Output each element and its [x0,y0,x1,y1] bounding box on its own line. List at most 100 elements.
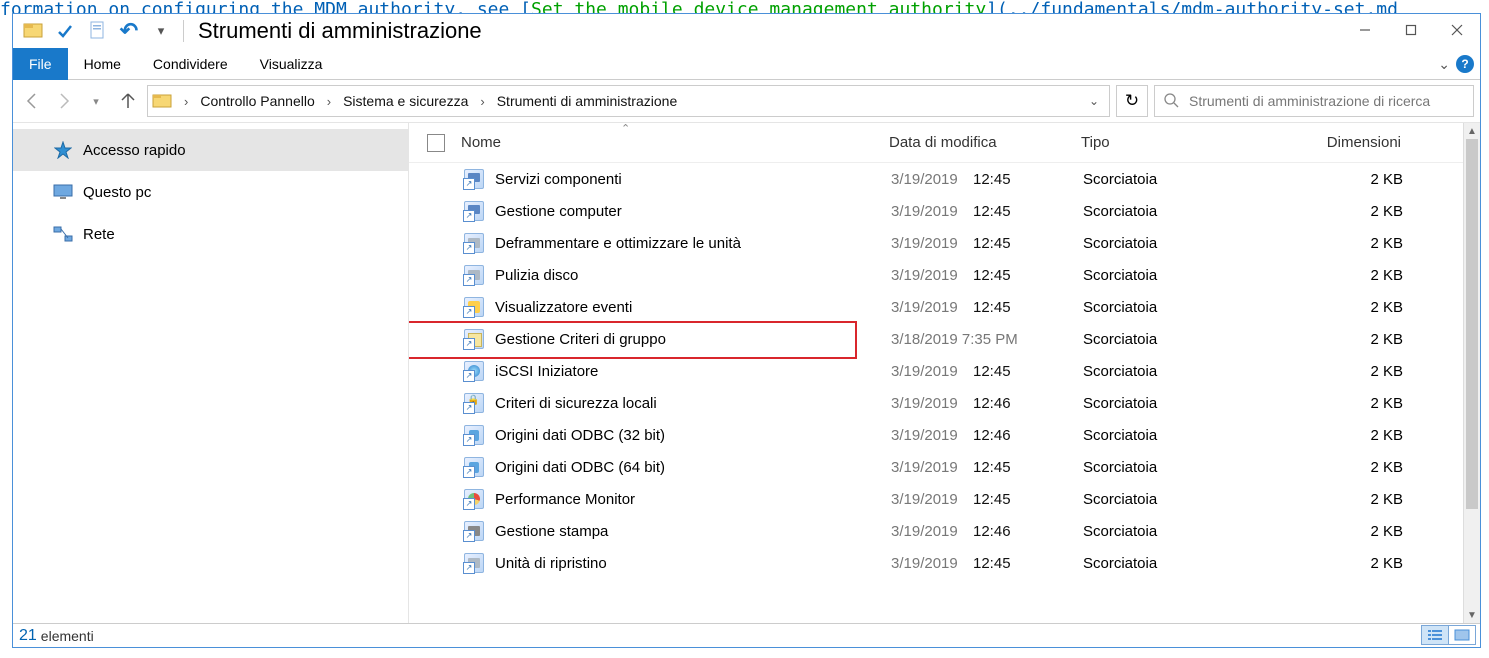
shortcut-icon [463,328,485,350]
shortcut-icon [463,168,485,190]
cell-date: 3/19/2019 [891,459,969,476]
column-header-size[interactable]: Dimensioni [1281,134,1441,151]
column-header-name[interactable]: Nome ⌃ [461,134,889,151]
explorer-app-icon[interactable] [19,17,47,45]
status-bar: 21 elementi [13,623,1480,647]
cell-time: 12:46 [969,427,1083,444]
sidebar-item-label: Questo pc [83,184,151,201]
cell-date: 3/19/2019 [891,363,969,380]
shortcut-icon [463,488,485,510]
ribbon-expand-button[interactable]: ⌄ [1438,56,1450,73]
column-header-date[interactable]: Data di modifica [889,134,1081,151]
tab-file[interactable]: File [13,48,68,80]
cell-name: Origini dati ODBC (64 bit) [495,459,891,476]
list-rows: Servizi componenti 3/19/201912:45 Scorci… [409,163,1480,623]
thumbnails-view-button[interactable] [1448,625,1476,645]
list-item[interactable]: Deframmentare e ottimizzare le unità 3/1… [409,227,1480,259]
sidebar-item[interactable]: Questo pc [13,171,408,213]
tab-home[interactable]: Home [68,48,137,80]
navigation-row: ▾ › Controllo Pannello › Sistema e sicur… [13,80,1480,122]
list-item[interactable]: Visualizzatore eventi 3/19/201912:45 Sco… [409,291,1480,323]
cell-date: 3/19/2019 [891,203,969,220]
file-list: Nome ⌃ Data di modifica Tipo Dimensioni … [409,123,1480,623]
vertical-scrollbar[interactable]: ▲ ▼ [1463,123,1480,623]
chevron-right-icon[interactable]: › [480,94,484,109]
column-header-type[interactable]: Tipo [1081,134,1281,151]
list-header: Nome ⌃ Data di modifica Tipo Dimensioni [409,123,1480,163]
cell-time: 12:45 [969,459,1083,476]
qat-customize-button[interactable]: ▾ [147,17,175,45]
sort-ascending-icon: ⌃ [621,122,630,135]
list-item[interactable]: Performance Monitor 3/19/201912:45 Scorc… [409,483,1480,515]
cell-time: 12:46 [969,395,1083,412]
breadcrumb-segment[interactable]: Strumenti di amministrazione [497,93,678,109]
list-item[interactable]: Gestione stampa 3/19/201912:46 Scorciato… [409,515,1480,547]
cell-date: 3/19/2019 [891,235,969,252]
breadcrumb-segment[interactable]: Controllo Pannello [200,93,314,109]
list-item[interactable]: Gestione computer 3/19/201912:45 Scorcia… [409,195,1480,227]
cell-type: Scorciatoia [1083,171,1283,188]
qat-properties-button[interactable] [51,17,79,45]
list-item[interactable]: Criteri di sicurezza locali 3/19/201912:… [409,387,1480,419]
address-bar[interactable]: › Controllo Pannello › Sistema e sicurez… [147,85,1110,117]
list-item[interactable]: Gestione Criteri di gruppo 3/18/2019 7:3… [409,323,1480,355]
scroll-thumb[interactable] [1466,139,1478,509]
maximize-button[interactable] [1388,14,1434,46]
list-item[interactable]: Origini dati ODBC (64 bit) 3/19/201912:4… [409,451,1480,483]
recent-locations-button[interactable]: ▾ [83,88,109,114]
cell-name: Unità di ripristino [495,555,891,572]
star-icon [53,140,73,160]
cell-name: Gestione Criteri di gruppo [495,331,891,348]
tab-view[interactable]: Visualizza [244,48,339,80]
cell-name: Origini dati ODBC (32 bit) [495,427,891,444]
cell-date: 3/19/2019 [891,491,969,508]
navigation-sidebar: Accesso rapido Questo pc Rete [13,123,409,623]
select-all-checkbox[interactable] [427,134,445,152]
cell-date: 3/19/2019 [891,555,969,572]
cell-size: 2 KB [1283,203,1443,220]
list-item[interactable]: Pulizia disco 3/19/201912:45 Scorciatoia… [409,259,1480,291]
cell-type: Scorciatoia [1083,523,1283,540]
close-button[interactable] [1434,14,1480,46]
list-item[interactable]: iSCSI Iniziatore 3/19/201912:45 Scorciat… [409,355,1480,387]
qat-new-folder-button[interactable] [83,17,111,45]
cell-name: Performance Monitor [495,491,891,508]
chevron-right-icon[interactable]: › [327,94,331,109]
search-icon [1163,92,1179,111]
address-dropdown-button[interactable]: ⌄ [1089,94,1099,108]
cell-type: Scorciatoia [1083,395,1283,412]
cell-size: 2 KB [1283,331,1443,348]
search-box[interactable]: Strumenti di amministrazione di ricerca [1154,85,1474,117]
body: Accesso rapido Questo pc Rete Nome ⌃ Data … [13,122,1480,623]
sidebar-item[interactable]: Accesso rapido [13,129,408,171]
tab-share[interactable]: Condividere [137,48,244,80]
chevron-right-icon[interactable]: › [184,94,188,109]
breadcrumb-segment[interactable]: Sistema e sicurezza [343,93,468,109]
up-button[interactable] [115,88,141,114]
cell-name: Criteri di sicurezza locali [495,395,891,412]
cell-name: Deframmentare e ottimizzare le unità [495,235,891,252]
list-item[interactable]: Origini dati ODBC (32 bit) 3/19/201912:4… [409,419,1480,451]
back-button[interactable] [19,88,45,114]
sidebar-item[interactable]: Rete [13,213,408,255]
cell-name: iSCSI Iniziatore [495,363,891,380]
qat-undo-button[interactable]: ↶ [115,17,143,45]
cell-name: Gestione stampa [495,523,891,540]
forward-button[interactable] [51,88,77,114]
scroll-down-icon[interactable]: ▼ [1464,607,1480,623]
cell-date: 3/19/2019 [891,171,969,188]
details-view-button[interactable] [1421,625,1449,645]
cell-size: 2 KB [1283,299,1443,316]
refresh-button[interactable]: ↻ [1116,85,1148,117]
scroll-up-icon[interactable]: ▲ [1464,123,1480,139]
list-item[interactable]: Unità di ripristino 3/19/201912:45 Scorc… [409,547,1480,579]
minimize-button[interactable] [1342,14,1388,46]
shortcut-icon [463,360,485,382]
cell-time: 12:46 [969,523,1083,540]
monitor-icon [53,182,73,202]
list-item[interactable]: Servizi componenti 3/19/201912:45 Scorci… [409,163,1480,195]
cell-size: 2 KB [1283,171,1443,188]
help-button[interactable]: ? [1456,55,1474,73]
location-icon [152,91,172,112]
cell-type: Scorciatoia [1083,299,1283,316]
